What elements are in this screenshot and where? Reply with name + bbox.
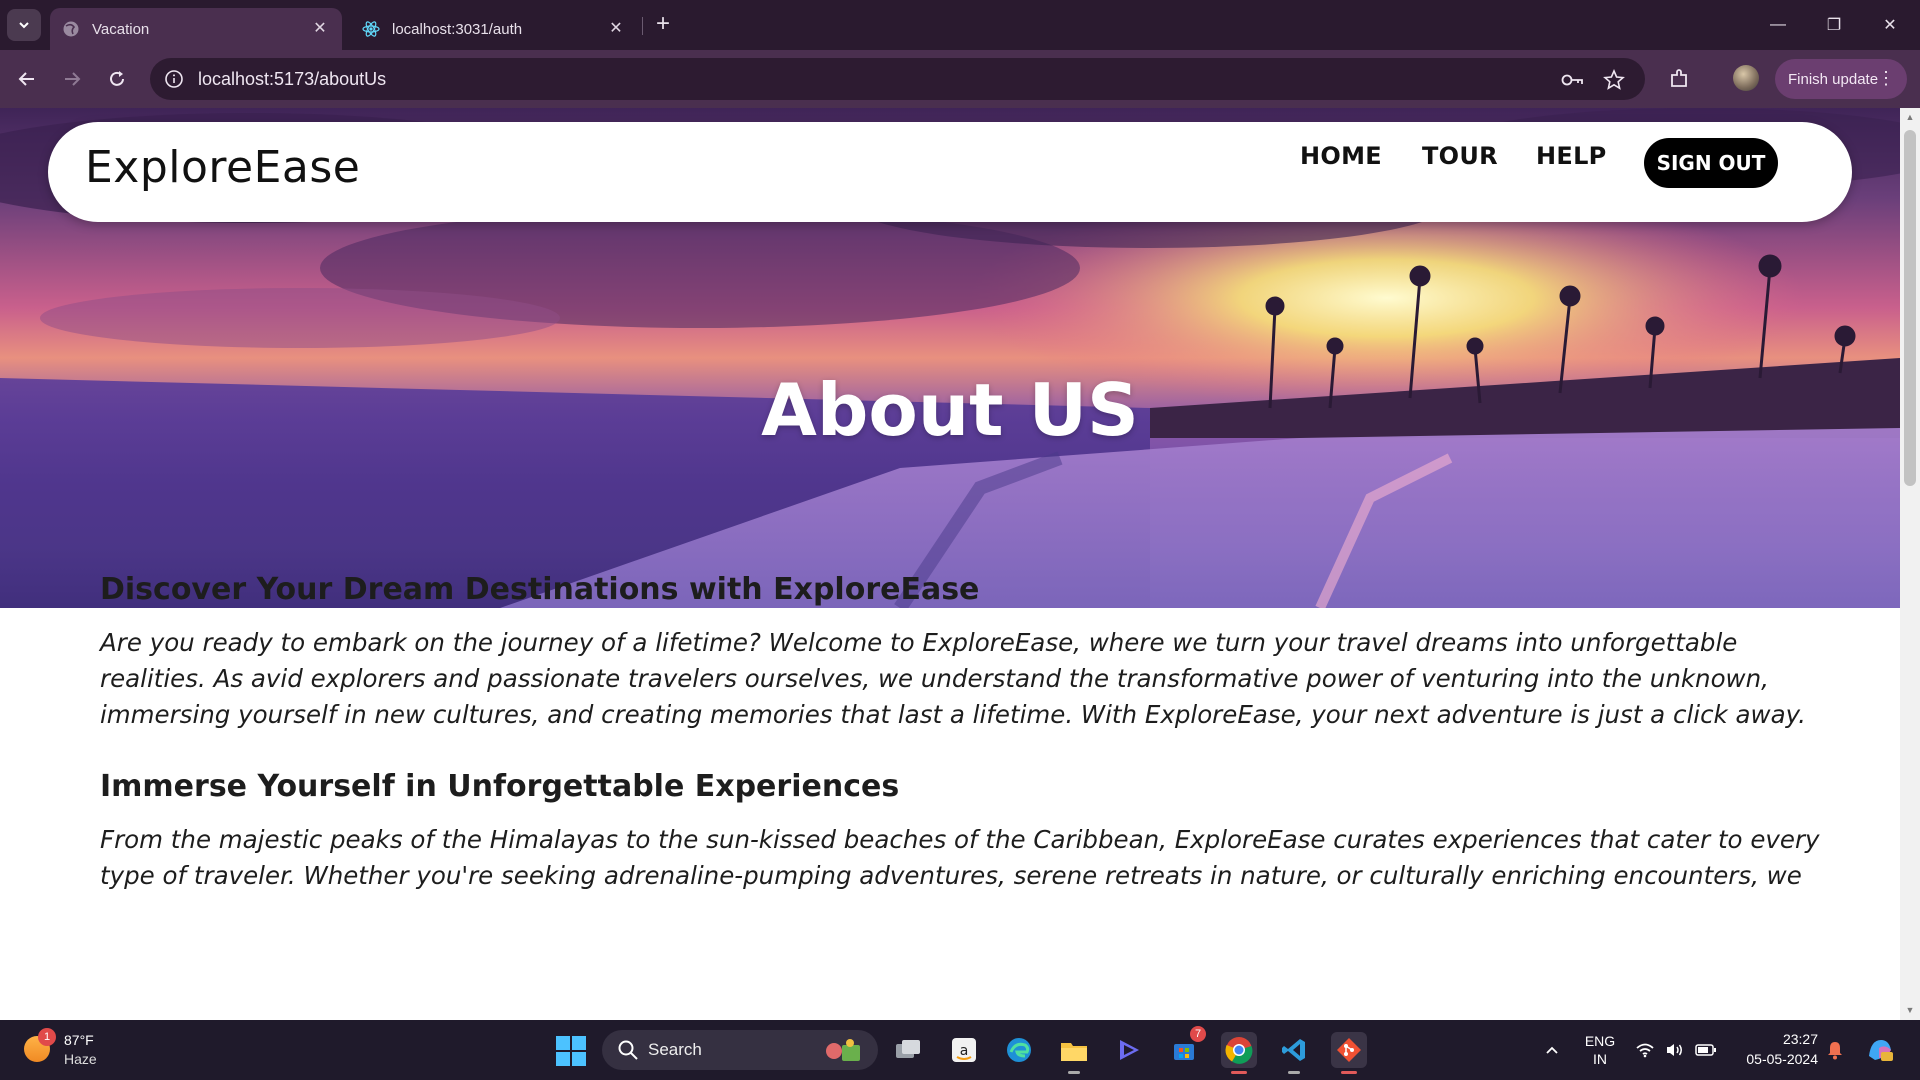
weather-badge: 1 bbox=[38, 1028, 56, 1046]
amazon-icon[interactable]: a bbox=[946, 1032, 982, 1068]
scroll-down-arrow[interactable]: ▼ bbox=[1904, 1004, 1916, 1016]
vscode-icon[interactable] bbox=[1276, 1032, 1312, 1074]
store-icon[interactable]: 7 bbox=[1166, 1026, 1206, 1068]
chrome-icon[interactable] bbox=[1221, 1032, 1257, 1074]
minimize-button[interactable]: — bbox=[1750, 0, 1806, 50]
hero-banner: ExploreEase HOME TOUR HELP SIGN OUT Abou… bbox=[0, 108, 1900, 608]
react-icon bbox=[362, 21, 380, 37]
system-clock[interactable]: 23:27 05-05-2024 bbox=[1728, 1029, 1818, 1069]
tab-title: Vacation bbox=[92, 20, 150, 38]
media-player-icon[interactable] bbox=[1111, 1032, 1147, 1068]
windows-logo-pane bbox=[572, 1036, 586, 1050]
tab-auth[interactable]: localhost:3031/auth ✕ bbox=[350, 8, 638, 50]
tab-separator bbox=[642, 17, 643, 35]
edge-icon[interactable] bbox=[1001, 1032, 1037, 1068]
language-indicator[interactable]: ENG IN bbox=[1580, 1020, 1620, 1080]
clock-time: 23:27 bbox=[1782, 1031, 1818, 1047]
weather-condition: Haze bbox=[64, 1051, 97, 1067]
windows-taskbar: 1 87°F Haze Search a 7 ENG IN 23:27 05-0… bbox=[0, 1020, 1920, 1080]
close-icon[interactable]: ✕ bbox=[606, 19, 626, 39]
active-indicator bbox=[1341, 1071, 1357, 1074]
start-button[interactable] bbox=[556, 1036, 586, 1066]
close-icon[interactable]: ✕ bbox=[310, 19, 330, 39]
windows-logo-pane bbox=[556, 1036, 570, 1050]
forward-button[interactable] bbox=[57, 64, 87, 94]
section-heading: Discover Your Dream Destinations with Ex… bbox=[100, 572, 980, 607]
scrollbar-thumb[interactable] bbox=[1904, 130, 1916, 486]
search-label: Search bbox=[648, 1040, 702, 1059]
chevron-down-icon bbox=[19, 22, 29, 29]
battery-icon[interactable] bbox=[1694, 1020, 1718, 1080]
finish-update-label: Finish update bbox=[1788, 70, 1879, 88]
more-menu-icon: ⋮ bbox=[1877, 68, 1895, 88]
page-scrollbar[interactable]: ▲ ▼ bbox=[1900, 108, 1920, 1020]
sign-out-button[interactable]: SIGN OUT bbox=[1644, 138, 1778, 188]
notification-bell-icon[interactable] bbox=[1824, 1020, 1846, 1080]
back-button[interactable] bbox=[12, 64, 42, 94]
tab-title: localhost:3031/auth bbox=[392, 20, 523, 38]
task-view-icon[interactable] bbox=[890, 1032, 926, 1068]
password-key-icon[interactable] bbox=[1561, 68, 1585, 92]
running-indicator bbox=[1068, 1071, 1080, 1074]
finish-update-button[interactable]: Finish update ⋮ bbox=[1775, 59, 1907, 99]
active-indicator bbox=[1231, 1071, 1247, 1074]
nav-tour-link[interactable]: TOUR bbox=[1422, 142, 1498, 170]
copilot-icon[interactable] bbox=[1862, 1020, 1898, 1080]
about-content: Discover Your Dream Destinations with Ex… bbox=[100, 572, 1820, 930]
section-body: From the majestic peaks of the Himalayas… bbox=[100, 825, 1820, 890]
extensions-icon[interactable] bbox=[1665, 65, 1693, 93]
language-code: ENG bbox=[1584, 1033, 1616, 1049]
region-code: IN bbox=[1593, 1051, 1607, 1067]
url-text: localhost:5173/aboutUs bbox=[198, 68, 387, 89]
scroll-up-arrow[interactable]: ▲ bbox=[1904, 111, 1916, 123]
tab-search-button[interactable] bbox=[7, 9, 41, 41]
restore-button[interactable]: ❐ bbox=[1806, 0, 1862, 50]
section-body: Are you ready to embark on the journey o… bbox=[100, 628, 1806, 729]
store-badge: 7 bbox=[1190, 1026, 1206, 1042]
page-title: About US bbox=[761, 368, 1139, 452]
new-tab-button[interactable]: + bbox=[650, 12, 676, 38]
git-icon[interactable] bbox=[1331, 1032, 1367, 1074]
section-heading: Immerse Yourself in Unforgettable Experi… bbox=[100, 769, 900, 804]
volume-icon[interactable] bbox=[1664, 1020, 1686, 1080]
reload-button[interactable] bbox=[102, 64, 132, 94]
file-explorer-icon[interactable] bbox=[1056, 1032, 1092, 1074]
tab-vacation[interactable]: Vacation ✕ bbox=[50, 8, 342, 50]
browser-toolbar: localhost:5173/aboutUs Finish update ⋮ bbox=[0, 50, 1920, 108]
profile-avatar[interactable] bbox=[1733, 65, 1759, 91]
arrow-left-icon bbox=[18, 72, 34, 86]
weather-temp: 87°F bbox=[64, 1032, 94, 1048]
nav-help-link[interactable]: HELP bbox=[1536, 142, 1607, 170]
bookmark-star-icon[interactable] bbox=[1602, 68, 1626, 92]
nav-home-link[interactable]: HOME bbox=[1300, 142, 1382, 170]
running-indicator bbox=[1288, 1071, 1300, 1074]
clock-date: 05-05-2024 bbox=[1746, 1051, 1818, 1067]
windows-logo-pane bbox=[556, 1052, 570, 1066]
search-icon bbox=[618, 1040, 638, 1060]
arrow-right-icon bbox=[65, 72, 81, 86]
site-navbar: ExploreEase HOME TOUR HELP SIGN OUT bbox=[48, 122, 1852, 222]
address-bar[interactable]: localhost:5173/aboutUs bbox=[150, 58, 1645, 100]
taskbar-search[interactable]: Search bbox=[602, 1030, 878, 1070]
close-window-button[interactable]: ✕ bbox=[1862, 0, 1918, 50]
search-highlight-icon bbox=[826, 1039, 860, 1061]
wifi-icon[interactable] bbox=[1634, 1020, 1656, 1080]
browser-tab-strip: Vacation ✕ localhost:3031/auth ✕ + — ❐ ✕ bbox=[0, 0, 1920, 50]
svg-text:a: a bbox=[960, 1043, 969, 1059]
page-viewport: ExploreEase HOME TOUR HELP SIGN OUT Abou… bbox=[0, 108, 1900, 1020]
reload-icon bbox=[110, 71, 124, 86]
chevron-up-icon[interactable] bbox=[1540, 1020, 1564, 1080]
windows-logo-pane bbox=[572, 1052, 586, 1066]
weather-widget[interactable]: 1 87°F Haze bbox=[20, 1028, 140, 1072]
site-info-icon[interactable] bbox=[164, 69, 184, 89]
site-logo[interactable]: ExploreEase bbox=[85, 142, 360, 193]
globe-icon bbox=[63, 21, 79, 37]
